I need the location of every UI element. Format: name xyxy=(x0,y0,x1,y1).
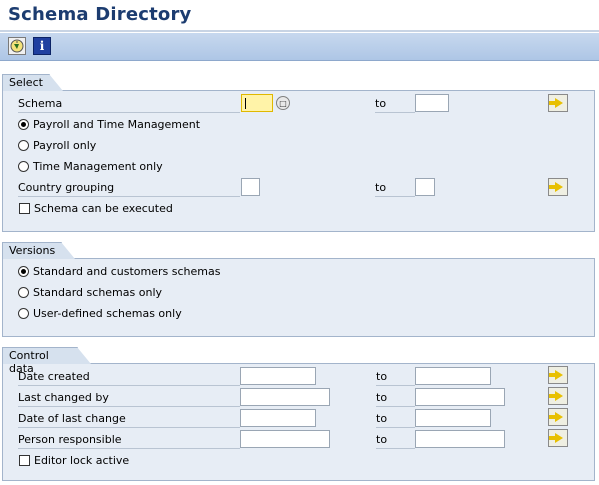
execute-button[interactable] xyxy=(8,37,26,55)
arrow-right-icon xyxy=(549,182,563,192)
person-responsible-multiple-selection-button[interactable] xyxy=(548,429,568,447)
arrow-right-icon xyxy=(549,98,563,108)
execute-icon xyxy=(10,39,24,53)
radio-payroll-only[interactable] xyxy=(18,140,29,151)
last-changed-by-to-underline xyxy=(376,406,415,407)
text-cursor xyxy=(245,98,246,109)
radio-standard-and-customer[interactable] xyxy=(18,266,29,277)
country-grouping-multiple-selection-button[interactable] xyxy=(548,178,568,196)
schema-to-input[interactable] xyxy=(415,94,449,112)
versions-group-title: Versions xyxy=(2,242,75,259)
schema-label-underline xyxy=(18,112,240,113)
page-title: Schema Directory xyxy=(8,4,192,25)
payroll-only-label: Payroll only xyxy=(33,139,97,152)
last-changed-by-label: Last changed by xyxy=(18,391,109,404)
select-group-title: Select xyxy=(2,74,63,91)
editor-lock-checkbox[interactable] xyxy=(19,455,30,466)
person-responsible-to-input[interactable] xyxy=(415,430,505,448)
person-responsible-to-label: to xyxy=(376,433,388,446)
last-changed-by-multiple-selection-button[interactable] xyxy=(548,387,568,405)
editor-lock-label: Editor lock active xyxy=(34,454,130,467)
schema-multiple-selection-button[interactable] xyxy=(548,94,568,112)
person-responsible-underline xyxy=(18,448,240,449)
date-last-change-from-input[interactable] xyxy=(240,409,316,427)
time-only-label: Time Management only xyxy=(33,160,163,173)
date-created-from-input[interactable] xyxy=(240,367,316,385)
last-changed-by-to-label: to xyxy=(376,391,388,404)
last-changed-by-from-input[interactable] xyxy=(240,388,330,406)
last-changed-by-to-input[interactable] xyxy=(415,388,505,406)
arrow-right-icon xyxy=(549,370,563,380)
schema-executable-label: Schema can be executed xyxy=(34,202,173,215)
date-last-change-underline xyxy=(18,427,240,428)
country-grouping-from-input[interactable] xyxy=(241,178,260,196)
info-button[interactable]: i xyxy=(33,37,51,55)
radio-time-only[interactable] xyxy=(18,161,29,172)
date-last-change-to-underline xyxy=(376,427,415,428)
date-created-to-label: to xyxy=(376,370,388,383)
date-last-change-multiple-selection-button[interactable] xyxy=(548,408,568,426)
date-last-change-to-label: to xyxy=(376,412,388,425)
schema-from-input[interactable] xyxy=(241,94,273,112)
person-responsible-to-underline xyxy=(376,448,415,449)
value-help-icon[interactable]: □ xyxy=(276,96,290,110)
standard-only-label: Standard schemas only xyxy=(33,286,163,299)
payroll-and-time-label: Payroll and Time Management xyxy=(33,118,201,131)
country-grouping-to-input[interactable] xyxy=(415,178,435,196)
country-grouping-to-label: to xyxy=(375,181,387,194)
date-last-change-label: Date of last change xyxy=(18,412,126,425)
radio-user-defined-only[interactable] xyxy=(18,308,29,319)
date-created-to-underline xyxy=(376,385,415,386)
arrow-right-icon xyxy=(549,412,563,422)
person-responsible-from-input[interactable] xyxy=(240,430,330,448)
info-icon: i xyxy=(39,39,45,53)
date-created-to-input[interactable] xyxy=(415,367,491,385)
schema-executable-checkbox[interactable] xyxy=(19,203,30,214)
schema-to-label: to xyxy=(375,97,387,110)
standard-and-customer-label: Standard and customers schemas xyxy=(33,265,221,278)
schema-label: Schema xyxy=(18,97,63,110)
date-created-multiple-selection-button[interactable] xyxy=(548,366,568,384)
arrow-right-icon xyxy=(549,433,563,443)
country-grouping-underline xyxy=(18,196,240,197)
user-defined-only-label: User-defined schemas only xyxy=(33,307,182,320)
application-toolbar xyxy=(0,33,599,61)
date-created-underline xyxy=(18,385,240,386)
title-divider xyxy=(0,30,599,32)
last-changed-by-underline xyxy=(18,406,240,407)
radio-payroll-and-time[interactable] xyxy=(18,119,29,130)
country-grouping-label: Country grouping xyxy=(18,181,115,194)
radio-standard-only[interactable] xyxy=(18,287,29,298)
control-data-group-title: Control data xyxy=(2,347,91,375)
schema-to-underline xyxy=(375,112,415,113)
date-last-change-to-input[interactable] xyxy=(415,409,491,427)
arrow-right-icon xyxy=(549,391,563,401)
country-grouping-to-underline xyxy=(375,196,415,197)
person-responsible-label: Person responsible xyxy=(18,433,122,446)
date-created-label: Date created xyxy=(18,370,90,383)
